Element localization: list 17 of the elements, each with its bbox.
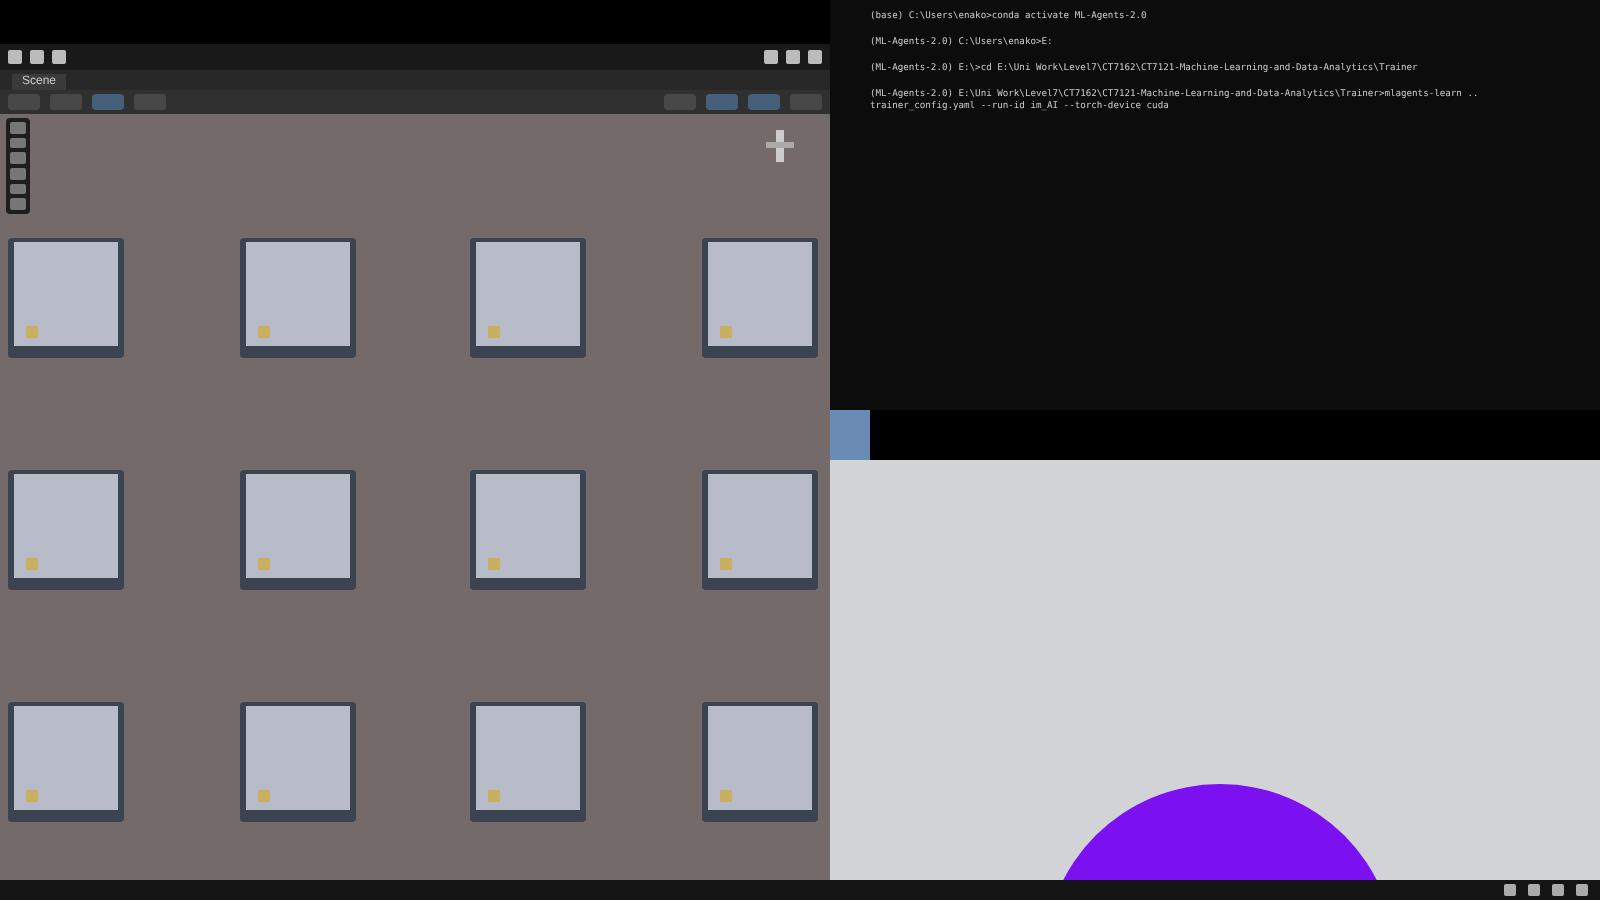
cube — [701, 470, 818, 590]
cube — [701, 238, 818, 358]
axis-gizmo-icon[interactable] — [766, 130, 794, 162]
cube — [239, 702, 356, 822]
tool-button[interactable] — [748, 94, 780, 110]
cube — [239, 238, 356, 358]
cube — [8, 470, 124, 590]
tool-button[interactable] — [706, 94, 738, 110]
cube — [701, 702, 818, 822]
cube — [470, 470, 587, 590]
tool-button[interactable] — [92, 94, 124, 110]
cube — [239, 470, 356, 590]
sky-strip — [830, 410, 870, 460]
cube — [470, 238, 587, 358]
cube — [8, 238, 124, 358]
cube — [8, 702, 124, 822]
cube — [470, 702, 587, 822]
